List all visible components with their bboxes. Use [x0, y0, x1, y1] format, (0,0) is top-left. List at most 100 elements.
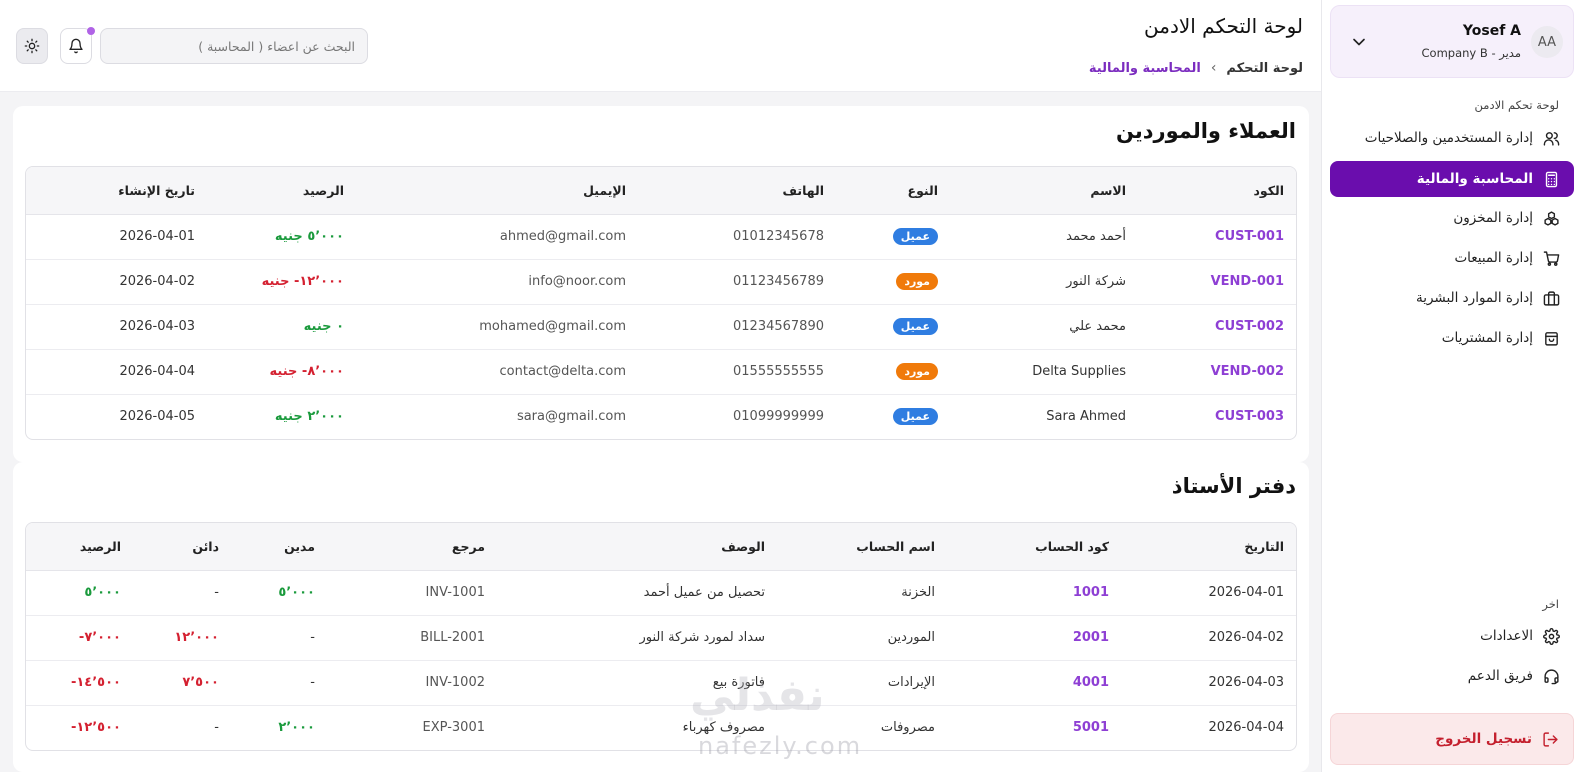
- table-row[interactable]: 2026-04-01 1001 الخزنة تحصيل من عميل أحم…: [26, 570, 1296, 616]
- column-header[interactable]: الرصيد: [26, 523, 133, 571]
- gear-icon: [1543, 627, 1560, 645]
- ledger-date: 2026-04-02: [1121, 615, 1296, 661]
- table-row[interactable]: VEND-002 Delta Supplies مورد 01555555555…: [26, 349, 1296, 395]
- sidebar-item-label: المحاسبة والمالية: [1416, 171, 1533, 187]
- column-header[interactable]: كود الحساب: [947, 523, 1121, 571]
- account-code[interactable]: 2001: [947, 615, 1121, 661]
- customer-type-cell: عميل: [836, 304, 950, 350]
- status-badge: مورد: [896, 273, 938, 290]
- customer-type-cell: مورد: [836, 259, 950, 305]
- customer-name: محمد علي: [950, 304, 1138, 350]
- customer-created-date: 2026-04-04: [26, 349, 207, 395]
- ledger-debit: -: [231, 660, 327, 706]
- cart-icon: [1543, 250, 1560, 266]
- sidebar-item-label: إدارة المستخدمين والصلاحيات: [1364, 130, 1533, 146]
- ledger-debit: ٢٬٠٠٠: [278, 720, 315, 736]
- sidebar-item-accounting[interactable]: المحاسبة والمالية: [1330, 161, 1574, 197]
- customer-code[interactable]: VEND-002: [1138, 349, 1296, 395]
- sidebar-section-main: لوحة تحكم الادمن: [1474, 98, 1559, 112]
- user-card[interactable]: AA Yosef A مدير - Company B: [1330, 5, 1574, 78]
- customer-type-cell: عميل: [836, 214, 950, 260]
- account-code[interactable]: 5001: [947, 705, 1121, 750]
- column-header[interactable]: الاسم: [950, 167, 1138, 215]
- account-name: الخزنة: [777, 570, 947, 616]
- ledger-date: 2026-04-03: [1121, 660, 1296, 706]
- sidebar-item-label: إدارة المبيعات: [1454, 250, 1533, 266]
- sidebar-item-label: الاعدادات: [1480, 628, 1533, 644]
- search-input[interactable]: [100, 28, 368, 64]
- customer-email: ahmed@gmail.com: [356, 214, 638, 260]
- column-header[interactable]: الوصف: [497, 523, 777, 571]
- sidebar-item-sales[interactable]: إدارة المبيعات: [1330, 240, 1574, 276]
- column-header[interactable]: الكود: [1138, 167, 1296, 215]
- customer-balance: ٥٬٠٠٠ جنيه: [207, 214, 356, 260]
- sidebar-item-label: فريق الدعم: [1467, 668, 1533, 684]
- customer-email: info@noor.com: [356, 259, 638, 305]
- sun-icon: [24, 38, 40, 54]
- sidebar-item-users[interactable]: إدارة المستخدمين والصلاحيات: [1330, 120, 1574, 156]
- column-header[interactable]: التاريخ: [1121, 523, 1296, 571]
- column-header[interactable]: الإيميل: [356, 167, 638, 215]
- table-row[interactable]: 2026-04-04 5001 مصروفات مصروف كهرباء EXP…: [26, 705, 1296, 750]
- sidebar-item-hr[interactable]: إدارة الموارد البشرية: [1330, 280, 1574, 316]
- customer-code[interactable]: CUST-003: [1138, 394, 1296, 439]
- customer-name: شركة النور: [950, 259, 1138, 305]
- ledger-title: دفتر الأستاذ: [1171, 474, 1296, 498]
- customer-created-date: 2026-04-03: [26, 304, 207, 350]
- sidebar-item-label: إدارة المشتريات: [1441, 330, 1533, 346]
- customer-phone: 01234567890: [638, 304, 836, 350]
- customer-name: Delta Supplies: [950, 349, 1138, 395]
- table-row[interactable]: CUST-001 أحمد محمد عميل 01012345678 ahme…: [26, 214, 1296, 260]
- table-row[interactable]: VEND-001 شركة النور مورد 01123456789 inf…: [26, 259, 1296, 305]
- ledger-reference: EXP-3001: [422, 720, 485, 736]
- ledger-description: مصروف كهرباء: [682, 720, 765, 736]
- column-header[interactable]: تاريخ الإنشاء: [26, 167, 207, 215]
- ledger-balance: ٧٬٠٠٠-: [26, 615, 133, 661]
- boxes-icon: [1544, 210, 1559, 226]
- customer-code[interactable]: CUST-001: [1138, 214, 1296, 260]
- customer-phone: 01123456789: [638, 259, 836, 305]
- sidebar-item-inventory[interactable]: إدارة المخزون: [1330, 200, 1574, 236]
- customer-code[interactable]: CUST-002: [1138, 304, 1296, 350]
- customer-type-cell: عميل: [836, 394, 950, 439]
- ledger-credit: ٧٬٥٠٠: [133, 660, 231, 706]
- customer-code[interactable]: VEND-001: [1138, 259, 1296, 305]
- table-row[interactable]: CUST-003 Sara Ahmed عميل 01099999999 sar…: [26, 394, 1296, 439]
- customer-created-date: 2026-04-05: [119, 409, 195, 425]
- ledger-balance: ٥٬٠٠٠: [26, 570, 133, 616]
- sidebar-item-label: إدارة المخزون: [1453, 210, 1533, 226]
- column-header[interactable]: مرجع: [327, 523, 497, 571]
- table-row[interactable]: CUST-002 محمد علي عميل 01234567890 moham…: [26, 304, 1296, 350]
- column-header[interactable]: دائن: [133, 523, 231, 571]
- ledger-description: تحصيل من عميل أحمد: [497, 570, 777, 616]
- headset-icon: [1544, 668, 1559, 684]
- customers-title: العملاء والموردين: [1115, 119, 1296, 143]
- sidebar-item-purchases[interactable]: إدارة المشتريات: [1330, 320, 1574, 356]
- status-badge: عميل: [892, 408, 938, 426]
- column-header[interactable]: الهاتف: [638, 167, 836, 215]
- sidebar-section-other: اخر: [1542, 597, 1559, 611]
- table-row[interactable]: 2026-04-02 2001 الموردين سداد لمورد شركة…: [26, 615, 1296, 661]
- user-role: مدير - Company B: [1421, 46, 1521, 60]
- avatar: AA: [1531, 26, 1563, 58]
- theme-toggle-button[interactable]: [16, 28, 48, 64]
- column-header[interactable]: الرصيد: [207, 167, 356, 215]
- logout-button[interactable]: تسجيل الخروج: [1330, 713, 1574, 765]
- table-row[interactable]: 2026-04-03 4001 الإيرادات فاتورة بيع INV…: [26, 660, 1296, 706]
- ledger-description: سداد لمورد شركة النور: [497, 615, 777, 661]
- customer-email: mohamed@gmail.com: [356, 304, 638, 350]
- sidebar-item-settings[interactable]: الاعدادات: [1330, 618, 1574, 654]
- status-badge: مورد: [896, 363, 938, 380]
- table-header-row: التاريخ كود الحساب اسم الحساب الوصف مرجع…: [26, 523, 1296, 571]
- account-code[interactable]: 1001: [947, 570, 1121, 616]
- sidebar-item-support[interactable]: فريق الدعم: [1330, 658, 1574, 694]
- column-header[interactable]: اسم الحساب: [777, 523, 947, 571]
- status-badge: عميل: [892, 318, 938, 335]
- column-header[interactable]: مدين: [231, 523, 327, 571]
- column-header[interactable]: النوع: [836, 167, 950, 215]
- sidebar: AA Yosef A مدير - Company B لوحة تحكم ال…: [1321, 0, 1579, 772]
- breadcrumb-dashboard[interactable]: لوحة التحكم: [1226, 61, 1303, 76]
- account-code[interactable]: 4001: [947, 660, 1121, 706]
- chevron-down-icon[interactable]: [1349, 32, 1369, 52]
- ledger-reference: BILL-2001: [327, 615, 497, 661]
